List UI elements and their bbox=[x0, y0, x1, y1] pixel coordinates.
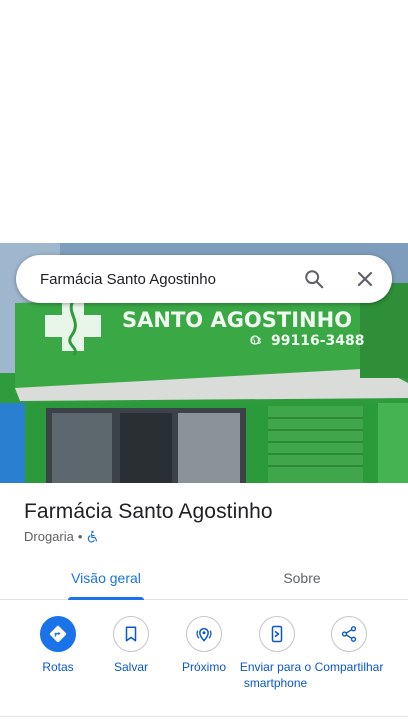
share-circle bbox=[331, 616, 367, 652]
nearby-icon bbox=[196, 627, 212, 642]
sign-phone: 99116-3488 bbox=[271, 333, 364, 349]
close-button[interactable] bbox=[347, 261, 383, 297]
share-label: Compartilhar bbox=[314, 660, 384, 674]
search-icon bbox=[305, 270, 324, 289]
save-label: Salvar bbox=[113, 660, 148, 674]
save-circle bbox=[113, 616, 149, 652]
sign-name-text: SANTO AGOSTINHO bbox=[122, 308, 352, 332]
nearby-circle bbox=[186, 616, 222, 652]
place-category: Drogaria bbox=[24, 529, 74, 544]
search-bar[interactable]: Farmácia Santo Agostinho bbox=[16, 255, 392, 303]
tab-overview[interactable]: Visão geral bbox=[0, 556, 212, 600]
action-bar: Rotas Salvar Próximo Enviar para o smart… bbox=[0, 616, 408, 712]
tab-about[interactable]: Sobre bbox=[196, 556, 408, 600]
place-subtitle: Drogaria • bbox=[24, 529, 99, 544]
nearby-label: Próximo bbox=[181, 660, 226, 674]
search-button[interactable] bbox=[296, 261, 332, 297]
send-to-phone-button[interactable]: Enviar para o smartphone bbox=[237, 616, 317, 691]
directions-label: Rotas bbox=[42, 660, 74, 674]
send-to-phone-circle bbox=[259, 616, 295, 652]
place-tabs: Visão geral Sobre bbox=[0, 556, 408, 600]
save-button[interactable]: Salvar bbox=[91, 616, 171, 675]
share-icon bbox=[341, 626, 357, 642]
place-title: Farmácia Santo Agostinho bbox=[24, 500, 273, 523]
directions-icon bbox=[49, 625, 67, 643]
separator-dot: • bbox=[77, 529, 83, 544]
send-to-phone-label: Enviar para o smartphone bbox=[239, 660, 312, 690]
directions-circle bbox=[40, 616, 76, 652]
directions-button[interactable]: Rotas bbox=[18, 616, 98, 675]
search-input[interactable]: Farmácia Santo Agostinho bbox=[40, 271, 296, 288]
bookmark-icon bbox=[125, 626, 137, 642]
share-button[interactable]: Compartilhar bbox=[309, 616, 389, 675]
close-icon bbox=[357, 271, 373, 287]
map-blank-area bbox=[0, 0, 408, 243]
send-to-phone-icon bbox=[271, 625, 283, 643]
active-tab-indicator bbox=[68, 597, 144, 600]
wheelchair-accessible-icon bbox=[88, 530, 98, 543]
divider bbox=[0, 716, 408, 717]
